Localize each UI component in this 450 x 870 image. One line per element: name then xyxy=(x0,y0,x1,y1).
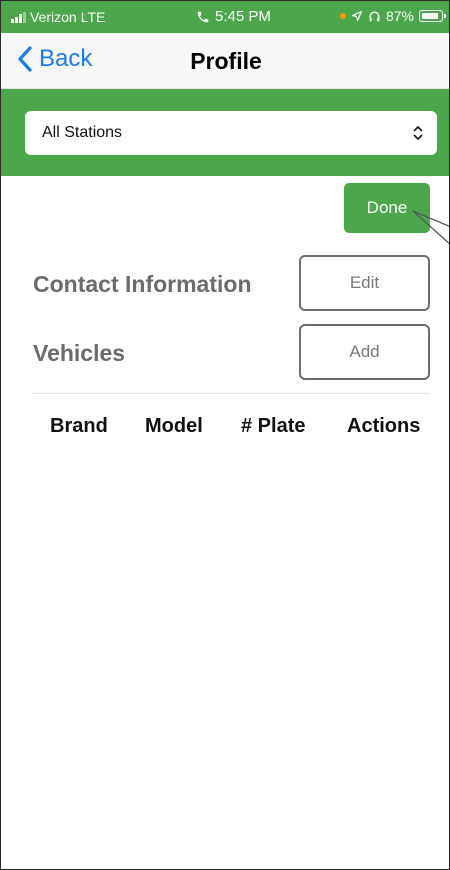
vehicles-title: Vehicles xyxy=(33,340,126,366)
select-updown-icon xyxy=(413,126,423,140)
station-select[interactable]: All Stations xyxy=(25,111,437,155)
column-header-brand: Brand xyxy=(50,415,108,437)
location-arrow-icon xyxy=(351,10,363,22)
section-divider xyxy=(33,393,430,394)
column-header-model: Model xyxy=(145,415,203,437)
headphones-icon xyxy=(369,11,380,21)
column-header-plate: # Plate xyxy=(241,415,306,437)
annotation-pointer-icon xyxy=(412,210,449,245)
column-header-actions: Actions xyxy=(347,415,421,437)
status-center: 5:45 PM xyxy=(196,8,271,25)
edit-contact-button[interactable]: Edit xyxy=(299,255,430,311)
station-select-value: All Stations xyxy=(42,124,123,141)
navigation-bar: Back Profile xyxy=(1,33,449,89)
status-right: 87% xyxy=(339,8,446,24)
location-in-use-dot-icon xyxy=(339,13,346,19)
page-title: Profile xyxy=(190,48,262,74)
network-label: LTE xyxy=(80,9,106,25)
phone-call-icon xyxy=(197,11,209,22)
vehicles-table-header: Brand Model # Plate Actions xyxy=(1,415,449,441)
phone-screen: Verizon LTE 5:45 PM 87% Back Profile All… xyxy=(0,0,450,870)
signal-icon xyxy=(11,11,26,23)
station-filter-band: All Stations xyxy=(1,89,449,176)
carrier-label: Verizon xyxy=(30,9,77,25)
battery-percent: 87% xyxy=(385,8,414,24)
battery-icon xyxy=(419,10,446,22)
contact-information-title: Contact Information xyxy=(33,271,252,297)
status-left: Verizon LTE xyxy=(11,9,105,25)
add-vehicle-button[interactable]: Add xyxy=(299,324,430,380)
status-time: 5:45 PM xyxy=(215,8,271,25)
status-bar: Verizon LTE 5:45 PM 87% xyxy=(1,1,449,33)
